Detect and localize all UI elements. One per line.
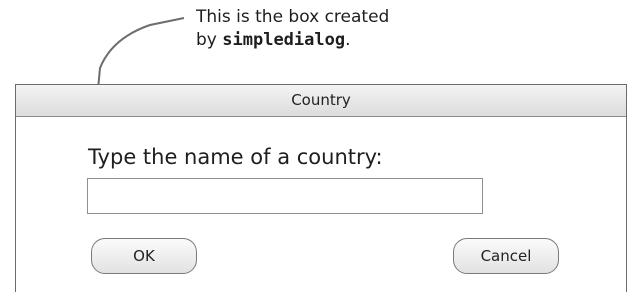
annotation-line-2: by simpledialog.: [196, 29, 389, 52]
annotation-text: This is the box created by simpledialog.: [196, 6, 389, 52]
dialog-window: Country Type the name of a country: OK C…: [15, 84, 627, 292]
annotation-line-1: This is the box created: [196, 7, 390, 27]
page: This is the box created by simpledialog.…: [0, 0, 643, 292]
cancel-button[interactable]: Cancel: [453, 238, 559, 274]
ok-button[interactable]: OK: [91, 238, 197, 274]
annotation-code: simpledialog: [222, 30, 346, 50]
dialog-titlebar[interactable]: Country: [16, 85, 626, 117]
annotation-line-2-prefix: by: [196, 30, 223, 50]
annotation-line-2-suffix: .: [345, 30, 351, 50]
country-input[interactable]: [87, 178, 483, 214]
dialog-title: Country: [291, 91, 351, 109]
prompt-label: Type the name of a country:: [88, 145, 383, 169]
